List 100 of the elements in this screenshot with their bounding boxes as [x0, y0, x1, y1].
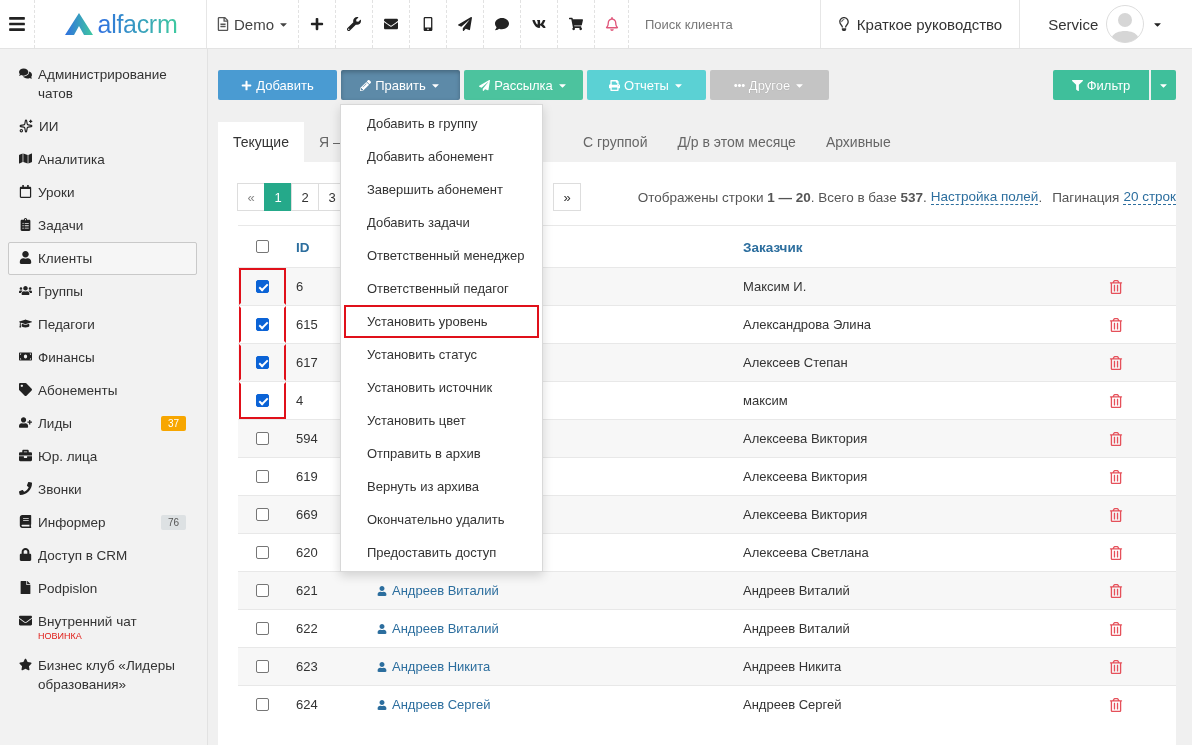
- row-checkbox[interactable]: [256, 356, 269, 369]
- briefcase-icon: [19, 447, 32, 462]
- trash-icon[interactable]: [1109, 545, 1123, 560]
- guide-button[interactable]: Краткое руководство: [822, 15, 1017, 33]
- plus-icon[interactable]: [310, 17, 324, 31]
- toolbar-button[interactable]: Править: [341, 70, 460, 100]
- trash-icon[interactable]: [1109, 393, 1123, 408]
- vk-icon[interactable]: [532, 17, 546, 31]
- sidebar-item[interactable]: Педагоги: [8, 308, 197, 341]
- menu-item[interactable]: Завершить абонемент: [344, 173, 539, 206]
- row-checkbox[interactable]: [256, 318, 269, 331]
- sidebar-item[interactable]: Финансы: [8, 341, 197, 374]
- cart-icon[interactable]: [569, 17, 583, 31]
- prev-page-button[interactable]: «: [237, 183, 265, 211]
- trash-icon[interactable]: [1109, 469, 1123, 484]
- tab[interactable]: Текущие: [218, 122, 304, 162]
- sidebar-item[interactable]: Лиды 37: [8, 407, 197, 440]
- row-checkbox[interactable]: [256, 508, 269, 521]
- phone-icon[interactable]: [421, 17, 435, 31]
- notification-bell-icon[interactable]: [604, 17, 619, 31]
- sidebar-item[interactable]: Информер 76: [8, 506, 197, 539]
- page-button[interactable]: 2: [291, 183, 319, 211]
- user-plus-icon: [19, 414, 32, 429]
- tab[interactable]: С группой: [567, 122, 663, 162]
- user-icon: [377, 585, 387, 596]
- sidebar-item[interactable]: Аналитика: [8, 143, 197, 176]
- client-link[interactable]: Андреев Виталий: [377, 583, 499, 598]
- customer-cell-text: Алексеева Светлана: [743, 545, 870, 560]
- chat-icon[interactable]: [495, 17, 509, 31]
- sidebar-item[interactable]: Клиенты: [8, 242, 197, 275]
- sidebar-item[interactable]: ИИ: [8, 110, 197, 143]
- trash-icon[interactable]: [1109, 697, 1123, 712]
- menu-item[interactable]: Окончательно удалить: [344, 503, 539, 536]
- id-cell-text: 622: [295, 621, 319, 636]
- sidebar-item[interactable]: Внутренний чат НОВИНКА: [8, 605, 197, 649]
- branch-dropdown[interactable]: Demo: [216, 15, 289, 33]
- menu-item[interactable]: Предоставить доступ: [344, 536, 539, 569]
- id-cell-text: 4: [295, 393, 305, 408]
- customer-cell-text: максим: [743, 393, 789, 408]
- trash-icon[interactable]: [1109, 583, 1123, 598]
- trash-icon[interactable]: [1109, 431, 1123, 446]
- menu-item[interactable]: Установить уровень: [344, 305, 539, 338]
- sidebar-label: Администрирование чатов: [38, 66, 168, 103]
- select-all-checkbox[interactable]: [255, 240, 269, 253]
- sidebar-item[interactable]: Доступ в CRM: [8, 539, 197, 572]
- page-size-link[interactable]: 20 строк: [1123, 189, 1176, 205]
- row-checkbox[interactable]: [256, 584, 269, 597]
- chat-bubbles-icon: [19, 65, 32, 80]
- menu-item[interactable]: Добавить задачи: [344, 206, 539, 239]
- menu-item[interactable]: Ответственный педагог: [344, 272, 539, 305]
- sidebar-item[interactable]: Юр. лица: [8, 440, 197, 473]
- sidebar-item[interactable]: Звонки: [8, 473, 197, 506]
- tab[interactable]: Архивные: [810, 122, 906, 162]
- row-checkbox[interactable]: [256, 470, 269, 483]
- file-icon: [19, 579, 32, 594]
- menu-item[interactable]: Ответственный менеджер: [344, 239, 539, 272]
- next-page-button[interactable]: »: [553, 183, 581, 211]
- sidebar-item[interactable]: Уроки: [8, 176, 197, 209]
- client-link[interactable]: Андреев Никита: [377, 659, 491, 674]
- sidebar-item[interactable]: Абонементы: [8, 374, 197, 407]
- row-checkbox[interactable]: [256, 698, 269, 711]
- menu-item[interactable]: Вернуть из архива: [344, 470, 539, 503]
- menu-item[interactable]: Установить цвет: [344, 404, 539, 437]
- sidebar-label: Звонки: [38, 481, 83, 499]
- sidebar-item[interactable]: Администрирование чатов: [8, 58, 197, 110]
- trash-icon[interactable]: [1109, 659, 1123, 674]
- column-header: ID: [296, 239, 310, 255]
- customer-cell-text: Андреев Виталий: [743, 583, 851, 598]
- client-link[interactable]: Андреев Виталий: [377, 621, 499, 636]
- menu-icon[interactable]: [8, 15, 26, 33]
- sidebar-item[interactable]: Группы: [8, 275, 197, 308]
- customer-cell-text: Алексеев Степан: [743, 355, 849, 370]
- envelope-icon[interactable]: [384, 17, 398, 31]
- wrench-icon[interactable]: [347, 17, 361, 31]
- trash-icon[interactable]: [1109, 355, 1123, 370]
- trash-icon[interactable]: [1109, 279, 1123, 294]
- menu-item[interactable]: Добавить абонемент: [344, 140, 539, 173]
- sidebar-item[interactable]: Бизнес клуб «Лидеры образования»: [8, 649, 197, 701]
- sidebar-item[interactable]: Podpislon: [8, 572, 197, 605]
- row-checkbox[interactable]: [256, 660, 269, 673]
- sidebar-label: Финансы: [38, 349, 96, 367]
- paper-plane-icon[interactable]: [458, 17, 472, 31]
- client-link[interactable]: Андреев Сергей: [377, 697, 491, 712]
- row-checkbox[interactable]: [256, 546, 269, 559]
- user-name[interactable]: Service: [1048, 15, 1099, 33]
- row-checkbox[interactable]: [256, 394, 269, 407]
- tab[interactable]: Д/р в этом месяце: [662, 122, 811, 162]
- trash-icon[interactable]: [1109, 507, 1123, 522]
- menu-item[interactable]: Отправить в архив: [344, 437, 539, 470]
- trash-icon[interactable]: [1109, 317, 1123, 332]
- sidebar-label: Юр. лица: [38, 448, 99, 466]
- menu-item[interactable]: Установить источник: [344, 371, 539, 404]
- menu-item[interactable]: Добавить в группу: [344, 107, 539, 140]
- trash-icon[interactable]: [1109, 621, 1123, 636]
- row-checkbox[interactable]: [256, 622, 269, 635]
- row-checkbox[interactable]: [256, 432, 269, 445]
- menu-item[interactable]: Установить статус: [344, 338, 539, 371]
- row-checkbox[interactable]: [256, 280, 269, 293]
- sidebar-label: Уроки: [38, 184, 76, 202]
- sidebar-item[interactable]: Задачи: [8, 209, 197, 242]
